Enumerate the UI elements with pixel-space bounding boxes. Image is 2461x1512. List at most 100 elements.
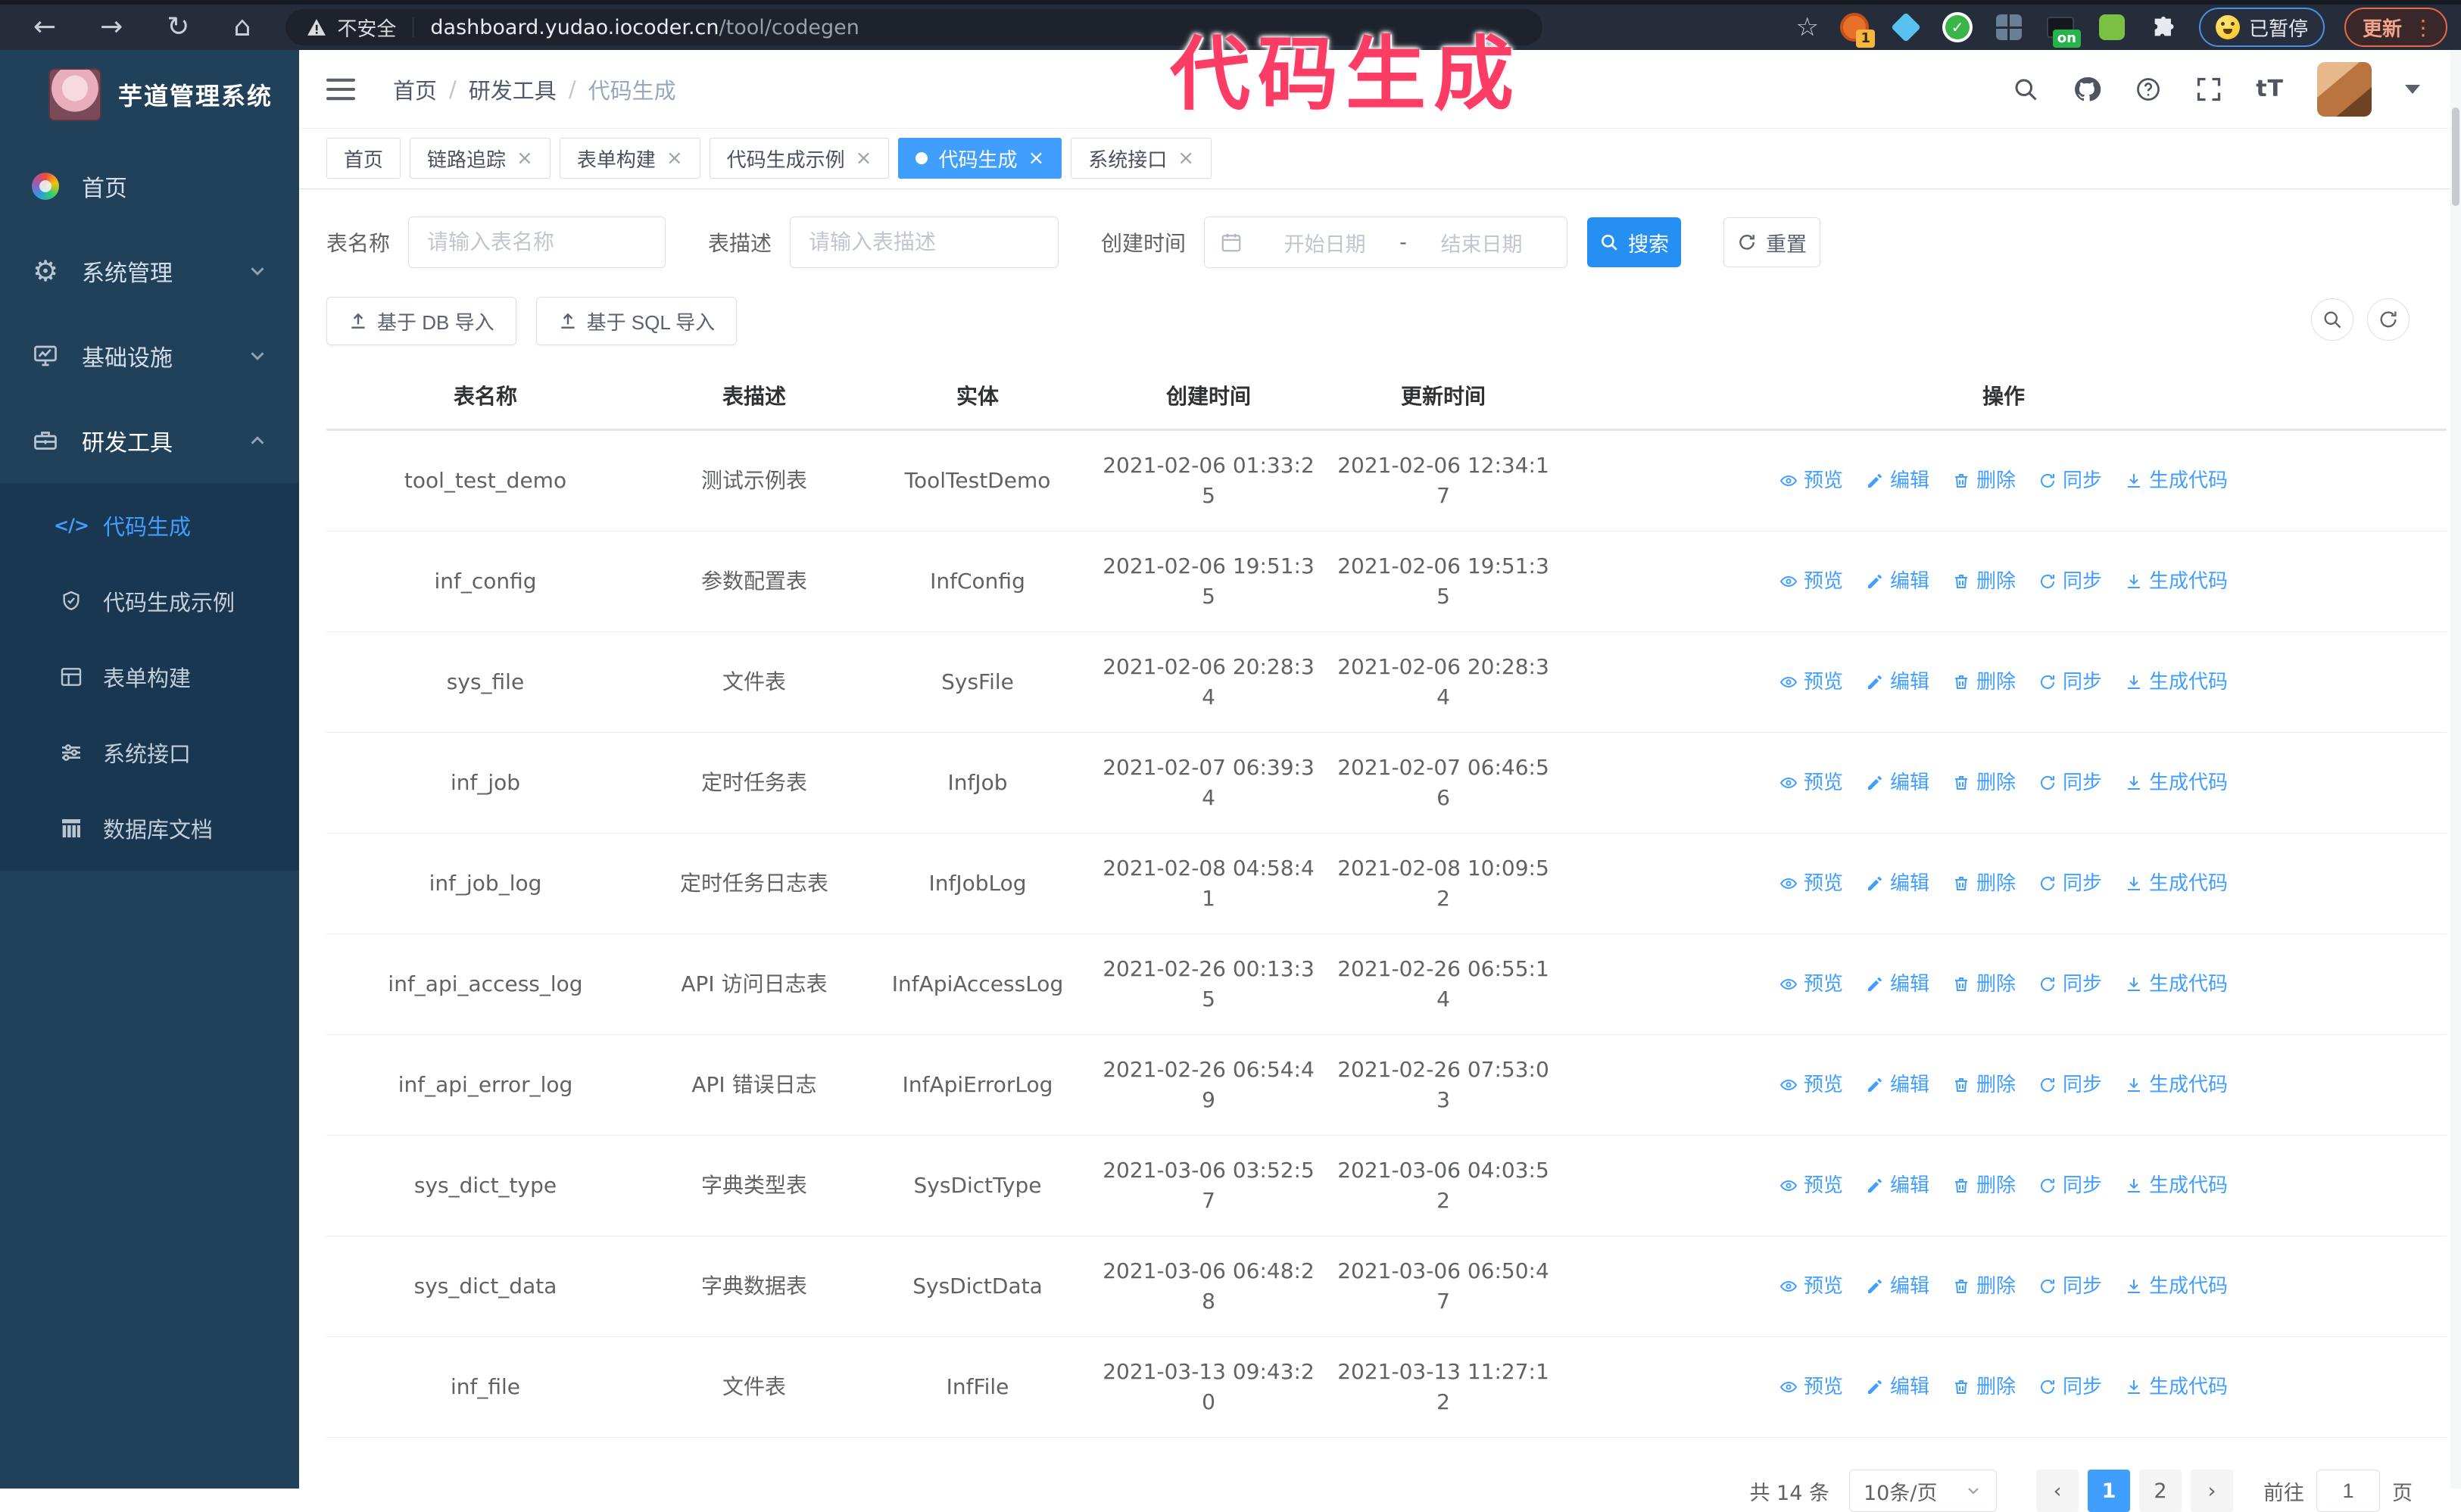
op-preview-link[interactable]: 预览: [1779, 1070, 1843, 1100]
page-button-2[interactable]: 2: [2139, 1470, 2182, 1512]
op-sync-link[interactable]: 同步: [2038, 1070, 2102, 1100]
op-preview-link[interactable]: 预览: [1779, 1171, 1843, 1201]
op-generate-code-link[interactable]: 生成代码: [2125, 1271, 2228, 1302]
fullscreen-icon[interactable]: [2195, 76, 2222, 103]
close-icon[interactable]: ×: [1177, 148, 1194, 168]
sidebar-item-home[interactable]: 首页: [0, 144, 299, 229]
import-from-db-button[interactable]: 基于 DB 导入: [326, 297, 516, 345]
op-preview-link[interactable]: 预览: [1779, 1372, 1843, 1402]
op-edit-link[interactable]: 编辑: [1866, 667, 1929, 697]
op-delete-link[interactable]: 删除: [1952, 466, 2016, 496]
table-desc-input[interactable]: [790, 217, 1059, 268]
sidebar-item-form-builder[interactable]: 表单构建: [0, 639, 299, 715]
op-preview-link[interactable]: 预览: [1779, 466, 1843, 496]
header-search-icon[interactable]: [2012, 76, 2039, 103]
home-button[interactable]: ⌂: [234, 14, 251, 41]
bookmark-star-icon[interactable]: ☆: [1795, 12, 1818, 42]
breadcrumb-home[interactable]: 首页: [393, 73, 437, 105]
op-edit-link[interactable]: 编辑: [1866, 1171, 1929, 1201]
extension-robot-icon[interactable]: [2096, 11, 2128, 43]
op-generate-code-link[interactable]: 生成代码: [2125, 566, 2228, 597]
op-delete-link[interactable]: 删除: [1952, 969, 2016, 999]
back-button[interactable]: ←: [33, 14, 56, 41]
op-preview-link[interactable]: 预览: [1779, 667, 1843, 697]
search-button[interactable]: 搜索: [1587, 217, 1682, 267]
op-generate-code-link[interactable]: 生成代码: [2125, 868, 2228, 899]
help-icon[interactable]: [2135, 76, 2162, 103]
op-edit-link[interactable]: 编辑: [1866, 566, 1929, 597]
sidebar-item-infrastructure[interactable]: 基础设施: [0, 313, 299, 398]
op-delete-link[interactable]: 删除: [1952, 1070, 2016, 1100]
sidebar-toggle-hamburger-icon[interactable]: [326, 77, 357, 101]
scrollbar-thumb[interactable]: [2452, 108, 2459, 206]
tab-form-builder[interactable]: 表单构建 ×: [559, 138, 700, 179]
reset-button[interactable]: 重置: [1723, 217, 1821, 267]
close-icon[interactable]: ×: [666, 148, 683, 168]
sidebar-item-dev-tools[interactable]: 研发工具: [0, 398, 299, 483]
op-delete-link[interactable]: 删除: [1952, 1372, 2016, 1402]
tab-code-generation[interactable]: 代码生成 ×: [898, 138, 1062, 179]
tab-codegen-example[interactable]: 代码生成示例 ×: [709, 138, 890, 179]
op-delete-link[interactable]: 删除: [1952, 566, 2016, 597]
avatar-dropdown-caret-icon[interactable]: [2405, 84, 2420, 94]
op-generate-code-link[interactable]: 生成代码: [2125, 1372, 2228, 1402]
close-icon[interactable]: ×: [1028, 148, 1044, 168]
op-sync-link[interactable]: 同步: [2038, 768, 2102, 798]
op-delete-link[interactable]: 删除: [1952, 868, 2016, 899]
prev-page-button[interactable]: ‹: [2036, 1470, 2079, 1512]
profile-paused-badge[interactable]: 已暂停: [2198, 8, 2325, 47]
op-preview-link[interactable]: 预览: [1779, 868, 1843, 899]
start-date-placeholder[interactable]: 开始日期: [1255, 228, 1395, 257]
import-from-sql-button[interactable]: 基于 SQL 导入: [535, 297, 738, 345]
op-sync-link[interactable]: 同步: [2038, 1171, 2102, 1201]
op-generate-code-link[interactable]: 生成代码: [2125, 768, 2228, 798]
goto-page-input[interactable]: [2316, 1470, 2380, 1512]
breadcrumb-dev-tools[interactable]: 研发工具: [469, 73, 557, 105]
sidebar-item-system-api[interactable]: 系统接口: [0, 715, 299, 790]
op-sync-link[interactable]: 同步: [2038, 1271, 2102, 1302]
extensions-puzzle-icon[interactable]: [2148, 11, 2179, 43]
extension-orange-icon[interactable]: 1: [1839, 11, 1875, 48]
op-generate-code-link[interactable]: 生成代码: [2125, 969, 2228, 999]
op-generate-code-link[interactable]: 生成代码: [2125, 667, 2228, 697]
font-size-icon[interactable]: tT: [2256, 76, 2284, 102]
sidebar-item-database-doc[interactable]: 数据库文档: [0, 790, 299, 866]
menu-dots-icon[interactable]: ⋮: [2413, 15, 2434, 40]
refresh-circle-button[interactable]: [2367, 298, 2410, 341]
op-delete-link[interactable]: 删除: [1952, 667, 2016, 697]
security-label[interactable]: 不安全: [337, 14, 396, 42]
op-generate-code-link[interactable]: 生成代码: [2125, 466, 2228, 496]
close-icon[interactable]: ×: [516, 148, 533, 168]
end-date-placeholder[interactable]: 结束日期: [1411, 228, 1552, 257]
op-preview-link[interactable]: 预览: [1779, 566, 1843, 597]
sidebar-item-codegen-example[interactable]: 代码生成示例: [0, 563, 299, 639]
page-button-1[interactable]: 1: [2088, 1470, 2130, 1512]
extension-check-icon[interactable]: ✓: [1942, 11, 1973, 43]
browser-update-button[interactable]: 更新 ⋮: [2344, 8, 2447, 47]
op-sync-link[interactable]: 同步: [2038, 1372, 2102, 1402]
tab-system-api[interactable]: 系统接口 ×: [1071, 138, 1212, 179]
op-edit-link[interactable]: 编辑: [1866, 768, 1929, 798]
op-generate-code-link[interactable]: 生成代码: [2125, 1171, 2228, 1201]
table-name-input[interactable]: [408, 217, 666, 268]
forward-button[interactable]: →: [100, 14, 123, 41]
op-edit-link[interactable]: 编辑: [1866, 1271, 1929, 1302]
github-icon[interactable]: [2073, 75, 2101, 104]
op-sync-link[interactable]: 同步: [2038, 566, 2102, 597]
op-delete-link[interactable]: 删除: [1952, 1271, 2016, 1302]
address-bar[interactable]: 不安全 dashboard.yudao.iocoder.cn /tool/cod…: [285, 9, 1543, 45]
sidebar-item-system-management[interactable]: ⚙ 系统管理: [0, 229, 299, 313]
op-sync-link[interactable]: 同步: [2038, 969, 2102, 999]
page-size-select[interactable]: 10条/页: [1849, 1470, 1997, 1512]
tab-trace[interactable]: 链路追踪 ×: [410, 138, 551, 179]
op-generate-code-link[interactable]: 生成代码: [2125, 1070, 2228, 1100]
extension-gem-icon[interactable]: [1890, 11, 1922, 43]
op-sync-link[interactable]: 同步: [2038, 667, 2102, 697]
user-avatar[interactable]: [2317, 61, 2372, 117]
op-edit-link[interactable]: 编辑: [1866, 868, 1929, 899]
op-preview-link[interactable]: 预览: [1779, 768, 1843, 798]
extension-dark-icon[interactable]: on: [2045, 11, 2081, 48]
create-time-range-picker[interactable]: 开始日期 - 结束日期: [1204, 217, 1568, 268]
op-preview-link[interactable]: 预览: [1779, 1271, 1843, 1302]
next-page-button[interactable]: ›: [2191, 1470, 2233, 1512]
